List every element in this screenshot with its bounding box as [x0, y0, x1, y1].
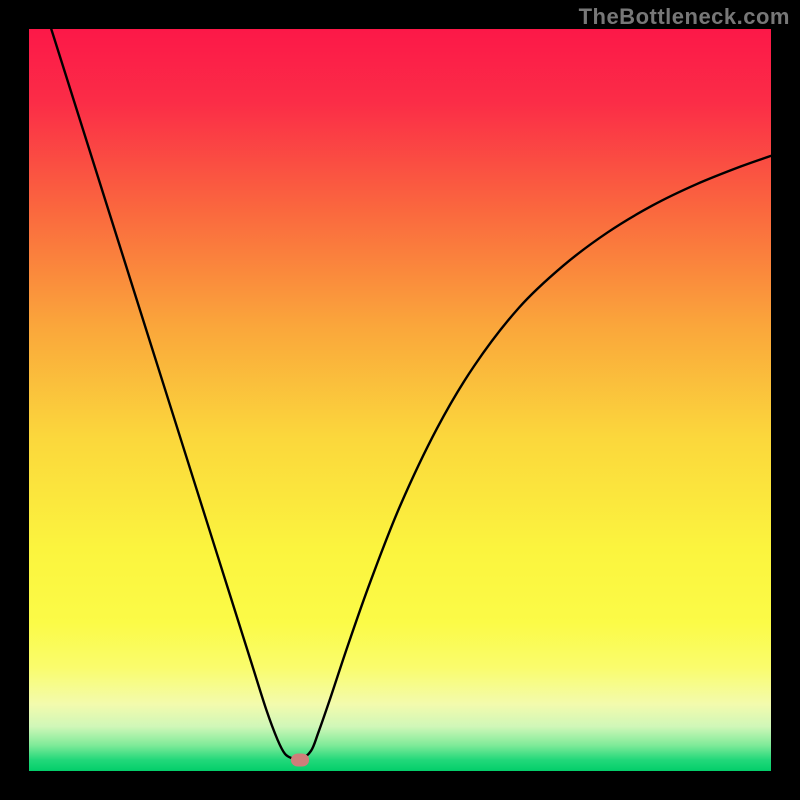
plot-svg	[29, 29, 771, 771]
watermark-text: TheBottleneck.com	[579, 4, 790, 30]
chart-frame: TheBottleneck.com	[0, 0, 800, 800]
plot-area	[29, 29, 771, 771]
optimal-point-marker	[291, 753, 309, 766]
gradient-background	[29, 29, 771, 771]
